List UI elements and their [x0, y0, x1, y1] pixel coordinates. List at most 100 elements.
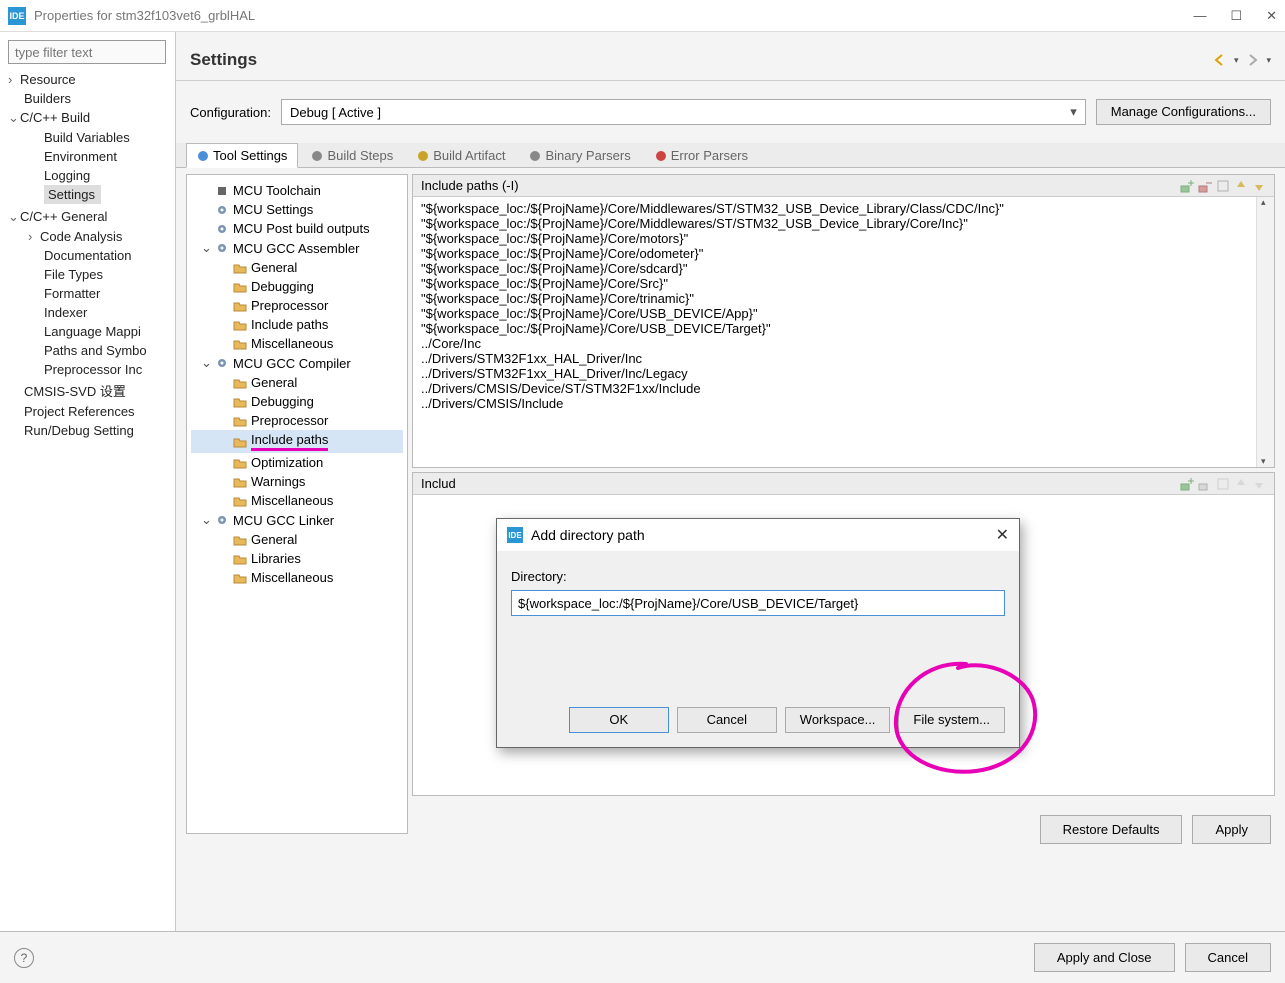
include-path-entry[interactable]: "${workspace_loc:/${ProjName}/Core/motor… — [421, 231, 1266, 246]
tab-tool-settings[interactable]: Tool Settings — [186, 143, 298, 168]
tool-item[interactable]: Preprocessor — [191, 411, 403, 430]
directory-label: Directory: — [511, 569, 1005, 584]
move-up-icon[interactable] — [1234, 477, 1248, 491]
nav-item[interactable]: Run/Debug Setting — [4, 421, 171, 440]
nav-item[interactable]: Environment — [4, 147, 171, 166]
add-icon[interactable] — [1180, 179, 1194, 193]
nav-item[interactable]: Formatter — [4, 284, 171, 303]
dialog-cancel-button[interactable]: Cancel — [677, 707, 777, 733]
tool-item[interactable]: Warnings — [191, 472, 403, 491]
include-path-entry[interactable]: "${workspace_loc:/${ProjName}/Core/trina… — [421, 291, 1266, 306]
help-icon[interactable]: ? — [14, 948, 34, 968]
forward-icon[interactable] — [1244, 53, 1260, 67]
add-directory-dialog: IDE Add directory path ✕ Directory: OK C… — [496, 518, 1020, 748]
tool-item[interactable]: MCU Settings — [191, 200, 403, 219]
include-paths-pane: Include paths (-I) "${workspace_loc:/${P… — [412, 174, 1275, 468]
edit-icon[interactable] — [1216, 477, 1230, 491]
tool-item[interactable]: General — [191, 530, 403, 549]
include-path-entry[interactable]: ../Drivers/CMSIS/Device/ST/STM32F1xx/Inc… — [421, 381, 1266, 396]
include-path-entry[interactable]: ../Drivers/CMSIS/Include — [421, 396, 1266, 411]
nav-item[interactable]: Documentation — [4, 246, 171, 265]
include-path-entry[interactable]: "${workspace_loc:/${ProjName}/Core/Middl… — [421, 201, 1266, 216]
nav-item[interactable]: Build Variables — [4, 128, 171, 147]
nav-item[interactable]: ›Code Analysis — [4, 227, 171, 246]
configuration-label: Configuration: — [190, 105, 271, 120]
filter-input[interactable] — [8, 40, 166, 64]
include-path-entry[interactable]: ../Drivers/STM32F1xx_HAL_Driver/Inc — [421, 351, 1266, 366]
tool-item[interactable]: MCU Toolchain — [191, 181, 403, 200]
include-paths-list[interactable]: "${workspace_loc:/${ProjName}/Core/Middl… — [413, 197, 1274, 467]
nav-item[interactable]: Builders — [4, 89, 171, 108]
tool-item[interactable]: Miscellaneous — [191, 568, 403, 587]
manage-configurations-button[interactable]: Manage Configurations... — [1096, 99, 1271, 125]
tab-error-parsers[interactable]: Error Parsers — [644, 143, 759, 167]
tab-binary-parsers[interactable]: Binary Parsers — [518, 143, 641, 167]
tool-item[interactable]: Libraries — [191, 549, 403, 568]
tool-item[interactable]: Include paths — [191, 315, 403, 334]
close-icon[interactable]: ✕ — [1266, 8, 1277, 24]
include-path-entry[interactable]: "${workspace_loc:/${ProjName}/Core/USB_D… — [421, 321, 1266, 336]
nav-item[interactable]: Indexer — [4, 303, 171, 322]
directory-input[interactable] — [511, 590, 1005, 616]
tool-group[interactable]: ⌄MCU GCC Compiler — [191, 353, 403, 373]
nav-item[interactable]: Logging — [4, 166, 171, 185]
tab-build-artifact[interactable]: Build Artifact — [406, 143, 516, 167]
workspace-button[interactable]: Workspace... — [785, 707, 891, 733]
file-system-button[interactable]: File system... — [898, 707, 1005, 733]
include-path-entry[interactable]: "${workspace_loc:/${ProjName}/Core/Middl… — [421, 216, 1266, 231]
move-up-icon[interactable] — [1234, 179, 1248, 193]
tool-item[interactable]: General — [191, 258, 403, 277]
close-icon[interactable]: ✕ — [996, 525, 1009, 545]
dialog-title: Add directory path — [531, 527, 996, 543]
include-path-entry[interactable]: "${workspace_loc:/${ProjName}/Core/sdcar… — [421, 261, 1266, 276]
nav-item[interactable]: ⌄C/C++ Build — [4, 108, 171, 128]
ok-button[interactable]: OK — [569, 707, 669, 733]
back-icon[interactable] — [1212, 53, 1228, 67]
tool-item[interactable]: General — [191, 373, 403, 392]
forward-menu-icon[interactable]: ▾ — [1266, 55, 1271, 66]
nav-item[interactable]: ⌄C/C++ General — [4, 207, 171, 227]
tool-item[interactable]: Debugging — [191, 277, 403, 296]
tool-item[interactable]: Miscellaneous — [191, 334, 403, 353]
scrollbar[interactable] — [1256, 197, 1274, 467]
cancel-button[interactable]: Cancel — [1185, 943, 1271, 972]
tool-item[interactable]: Optimization — [191, 453, 403, 472]
nav-item[interactable]: CMSIS-SVD 设置 — [4, 379, 171, 402]
nav-item[interactable]: Paths and Symbo — [4, 341, 171, 360]
tool-group[interactable]: ⌄MCU GCC Assembler — [191, 238, 403, 258]
tool-settings-tree[interactable]: MCU ToolchainMCU SettingsMCU Post build … — [186, 174, 408, 834]
move-down-icon[interactable] — [1252, 179, 1266, 193]
tool-item[interactable]: MCU Post build outputs — [191, 219, 403, 238]
edit-icon[interactable] — [1216, 179, 1230, 193]
tool-item[interactable]: Debugging — [191, 392, 403, 411]
nav-item[interactable]: Settings — [44, 185, 101, 204]
nav-item[interactable]: Language Mappi — [4, 322, 171, 341]
tool-group[interactable]: ⌄MCU GCC Linker — [191, 510, 403, 530]
minimize-icon[interactable]: — — [1193, 8, 1206, 24]
nav-item[interactable]: File Types — [4, 265, 171, 284]
delete-icon[interactable] — [1198, 477, 1212, 491]
include-path-entry[interactable]: ../Drivers/STM32F1xx_HAL_Driver/Inc/Lega… — [421, 366, 1266, 381]
include-path-entry[interactable]: ../Core/Inc — [421, 336, 1266, 351]
tool-item[interactable]: Miscellaneous — [191, 491, 403, 510]
tab-build-steps[interactable]: Build Steps — [300, 143, 404, 167]
apply-and-close-button[interactable]: Apply and Close — [1034, 943, 1175, 972]
nav-item[interactable]: Preprocessor Inc — [4, 360, 171, 379]
maximize-icon[interactable]: ☐ — [1230, 8, 1242, 24]
nav-item[interactable]: Project References — [4, 402, 171, 421]
delete-icon[interactable] — [1198, 179, 1212, 193]
tool-item[interactable]: Include paths — [191, 430, 403, 453]
content-area: Settings ▾ ▾ Configuration: Debug [ Acti… — [176, 32, 1285, 932]
move-down-icon[interactable] — [1252, 477, 1266, 491]
tool-item[interactable]: Preprocessor — [191, 296, 403, 315]
include-path-entry[interactable]: "${workspace_loc:/${ProjName}/Core/Src}" — [421, 276, 1266, 291]
add-icon[interactable] — [1180, 477, 1194, 491]
apply-button[interactable]: Apply — [1192, 815, 1271, 844]
include-paths-title: Include paths (-I) — [421, 178, 519, 193]
include-path-entry[interactable]: "${workspace_loc:/${ProjName}/Core/USB_D… — [421, 306, 1266, 321]
include-path-entry[interactable]: "${workspace_loc:/${ProjName}/Core/odome… — [421, 246, 1266, 261]
back-menu-icon[interactable]: ▾ — [1234, 55, 1239, 66]
nav-item[interactable]: ›Resource — [4, 70, 171, 89]
configuration-select[interactable]: Debug [ Active ] — [281, 99, 1086, 125]
restore-defaults-button[interactable]: Restore Defaults — [1040, 815, 1183, 844]
